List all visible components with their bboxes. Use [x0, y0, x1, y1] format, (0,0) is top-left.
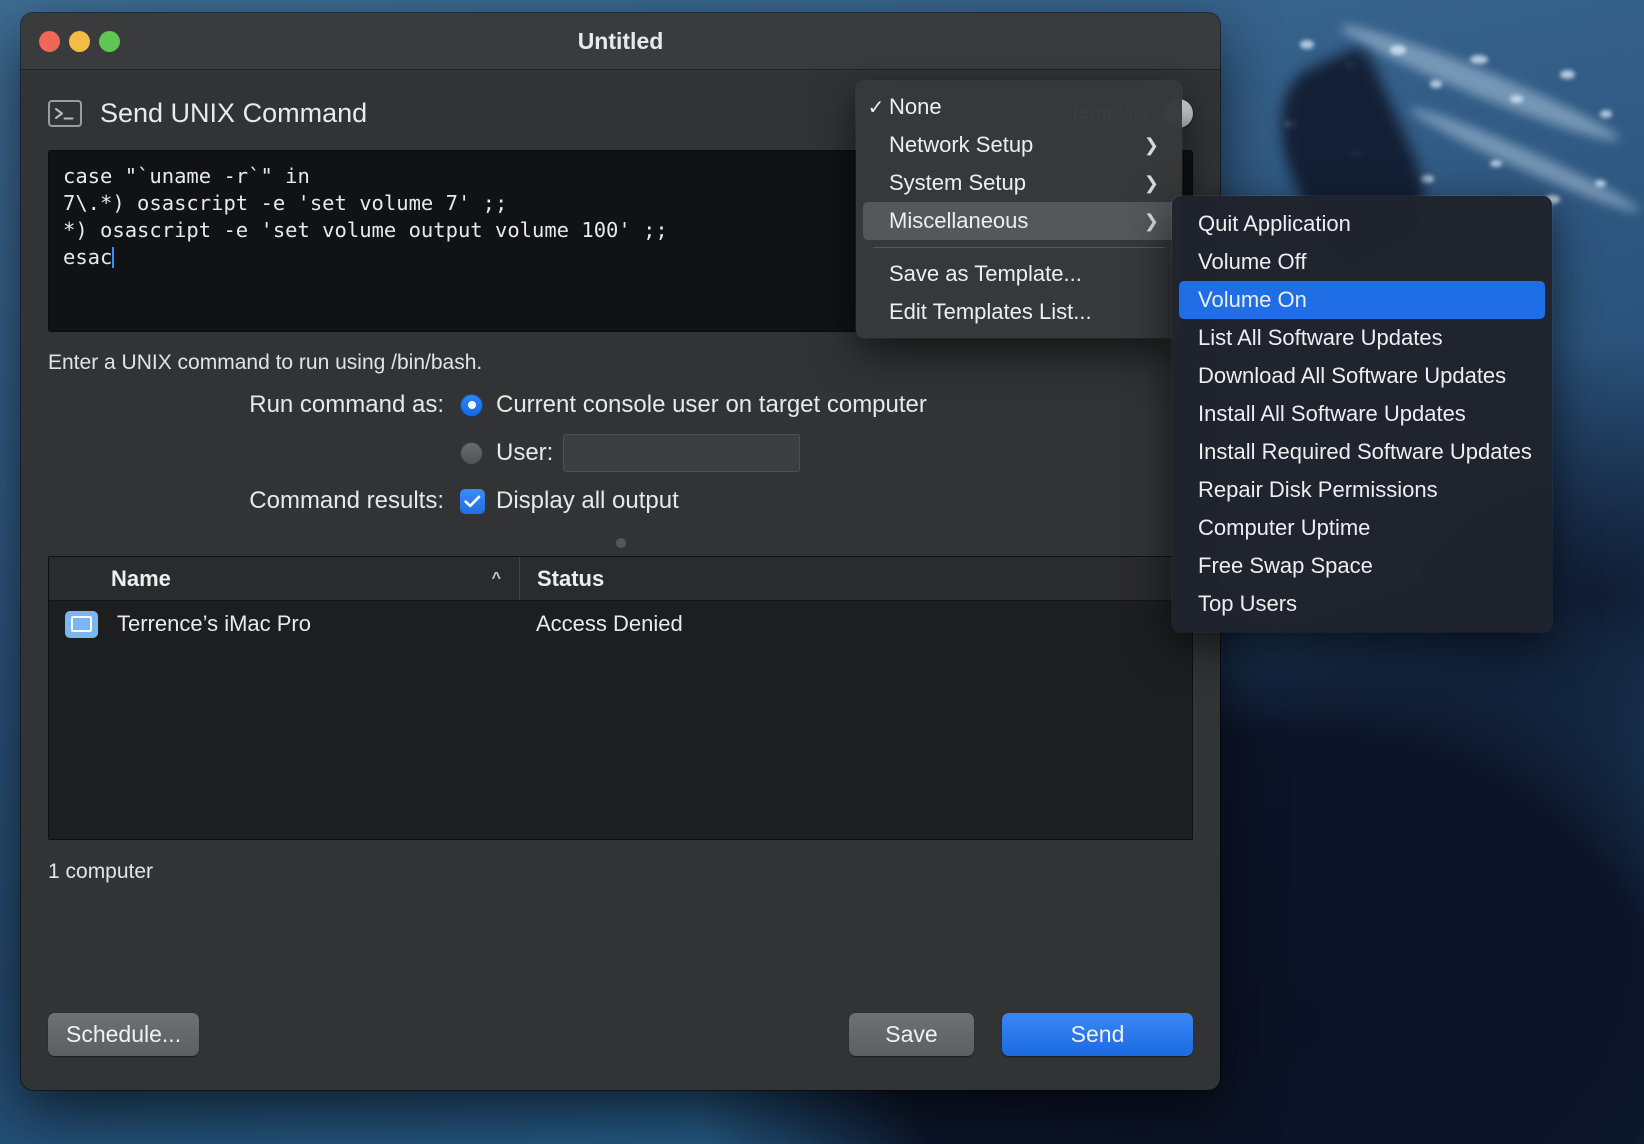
close-button[interactable] — [39, 31, 60, 52]
submenu-item-quit-application-label: Quit Application — [1198, 211, 1529, 237]
user-input[interactable] — [563, 434, 800, 472]
computer-count: 1 computer — [48, 860, 1193, 884]
menu-item-system-setup-label: System Setup — [889, 170, 1144, 196]
submenu-item-volume-on-label: Volume On — [1198, 287, 1529, 313]
menu-item-none-label: None — [889, 94, 1159, 120]
submenu-item-download-all-software-updates[interactable]: Download All Software Updates — [1179, 357, 1545, 395]
split-handle-dot — [616, 538, 626, 548]
cell-status: Access Denied — [519, 611, 1192, 637]
terminal-icon — [48, 100, 82, 127]
zoom-button[interactable] — [99, 31, 120, 52]
window-title: Untitled — [21, 28, 1220, 55]
submenu-item-install-all-software-updates[interactable]: Install All Software Updates — [1179, 395, 1545, 433]
minimize-button[interactable] — [69, 31, 90, 52]
checkbox-display-all-output-label: Display all output — [496, 487, 679, 515]
submenu-item-download-all-software-updates-label: Download All Software Updates — [1198, 363, 1529, 389]
run-as-row-user: User: — [48, 434, 1193, 472]
editor-hint: Enter a UNIX command to run using /bin/b… — [48, 351, 1193, 375]
submenu-item-top-users[interactable]: Top Users — [1179, 585, 1545, 623]
miscellaneous-submenu: Quit Application Volume Off Volume On Li… — [1172, 196, 1552, 632]
template-dropdown-menu: ✓ None Network Setup ❯ System Setup ❯ Mi… — [856, 81, 1182, 338]
submenu-item-repair-disk-permissions[interactable]: Repair Disk Permissions — [1179, 471, 1545, 509]
table-row[interactable]: Terrence’s iMac Pro Access Denied — [49, 601, 1192, 647]
command-results-label: Command results: — [48, 487, 460, 515]
submenu-item-volume-on[interactable]: Volume On — [1179, 281, 1545, 319]
menu-item-save-as-template[interactable]: Save as Template... — [863, 255, 1175, 293]
window-titlebar[interactable]: Untitled — [21, 13, 1220, 70]
menu-item-system-setup[interactable]: System Setup ❯ — [863, 164, 1175, 202]
menu-item-network-setup-label: Network Setup — [889, 132, 1144, 158]
column-header-name[interactable]: Name ^ — [49, 557, 519, 600]
menu-separator — [873, 247, 1165, 248]
submenu-item-free-swap-space-label: Free Swap Space — [1198, 553, 1529, 579]
submenu-item-install-required-software-updates[interactable]: Install Required Software Updates — [1179, 433, 1545, 471]
submenu-item-volume-off[interactable]: Volume Off — [1179, 243, 1545, 281]
checkmark-icon: ✓ — [863, 95, 889, 120]
run-as-row-console: Run command as: Current console user on … — [48, 391, 1193, 419]
submenu-item-volume-off-label: Volume Off — [1198, 249, 1529, 275]
radio-current-console-user-label: Current console user on target computer — [496, 391, 927, 419]
footer-bar: Schedule... Save Send — [48, 1013, 1193, 1056]
table-body: Terrence’s iMac Pro Access Denied — [49, 601, 1192, 839]
options-form: Run command as: Current console user on … — [48, 391, 1193, 515]
menu-item-miscellaneous[interactable]: Miscellaneous ❯ — [863, 202, 1175, 240]
submenu-item-free-swap-space[interactable]: Free Swap Space — [1179, 547, 1545, 585]
submenu-item-install-required-software-updates-label: Install Required Software Updates — [1198, 439, 1532, 465]
chevron-right-icon: ❯ — [1144, 173, 1159, 194]
checkbox-display-all-output[interactable] — [460, 489, 485, 514]
menu-item-none[interactable]: ✓ None — [863, 88, 1175, 126]
menu-item-save-as-template-label: Save as Template... — [889, 261, 1159, 287]
submenu-item-list-all-software-updates[interactable]: List All Software Updates — [1179, 319, 1545, 357]
send-button[interactable]: Send — [1002, 1013, 1193, 1056]
schedule-button[interactable]: Schedule... — [48, 1013, 199, 1056]
column-header-status-label: Status — [537, 566, 604, 592]
submenu-item-computer-uptime[interactable]: Computer Uptime — [1179, 509, 1545, 547]
menu-item-edit-templates-list-label: Edit Templates List... — [889, 299, 1159, 325]
submenu-item-top-users-label: Top Users — [1198, 591, 1529, 617]
column-header-status[interactable]: Status — [519, 557, 1192, 600]
submenu-item-computer-uptime-label: Computer Uptime — [1198, 515, 1529, 541]
submenu-item-repair-disk-permissions-label: Repair Disk Permissions — [1198, 477, 1529, 503]
submenu-item-quit-application[interactable]: Quit Application — [1179, 205, 1545, 243]
radio-specific-user-label: User: — [496, 439, 553, 467]
computers-table: Name ^ Status Terrence’s iMac Pro Access… — [48, 556, 1193, 840]
table-header-row: Name ^ Status — [49, 557, 1192, 601]
page-title: Send UNIX Command — [100, 98, 367, 129]
menu-item-network-setup[interactable]: Network Setup ❯ — [863, 126, 1175, 164]
menu-item-edit-templates-list[interactable]: Edit Templates List... — [863, 293, 1175, 331]
radio-current-console-user[interactable] — [460, 394, 483, 417]
menu-item-miscellaneous-label: Miscellaneous — [889, 208, 1144, 234]
chevron-right-icon: ❯ — [1144, 211, 1159, 232]
radio-specific-user[interactable] — [460, 442, 483, 465]
text-caret — [112, 247, 114, 268]
command-results-row: Command results: Display all output — [48, 487, 1193, 515]
sort-ascending-icon: ^ — [492, 570, 501, 588]
column-header-name-label: Name — [111, 566, 171, 592]
cell-name-text: Terrence’s iMac Pro — [117, 611, 311, 637]
imac-icon — [65, 611, 98, 638]
chevron-right-icon: ❯ — [1144, 135, 1159, 156]
traffic-lights — [39, 31, 120, 52]
run-as-label: Run command as: — [48, 391, 460, 419]
cell-name: Terrence’s iMac Pro — [49, 611, 519, 638]
submenu-item-install-all-software-updates-label: Install All Software Updates — [1198, 401, 1529, 427]
split-handle[interactable] — [48, 530, 1193, 556]
save-button[interactable]: Save — [849, 1013, 974, 1056]
submenu-item-list-all-software-updates-label: List All Software Updates — [1198, 325, 1529, 351]
